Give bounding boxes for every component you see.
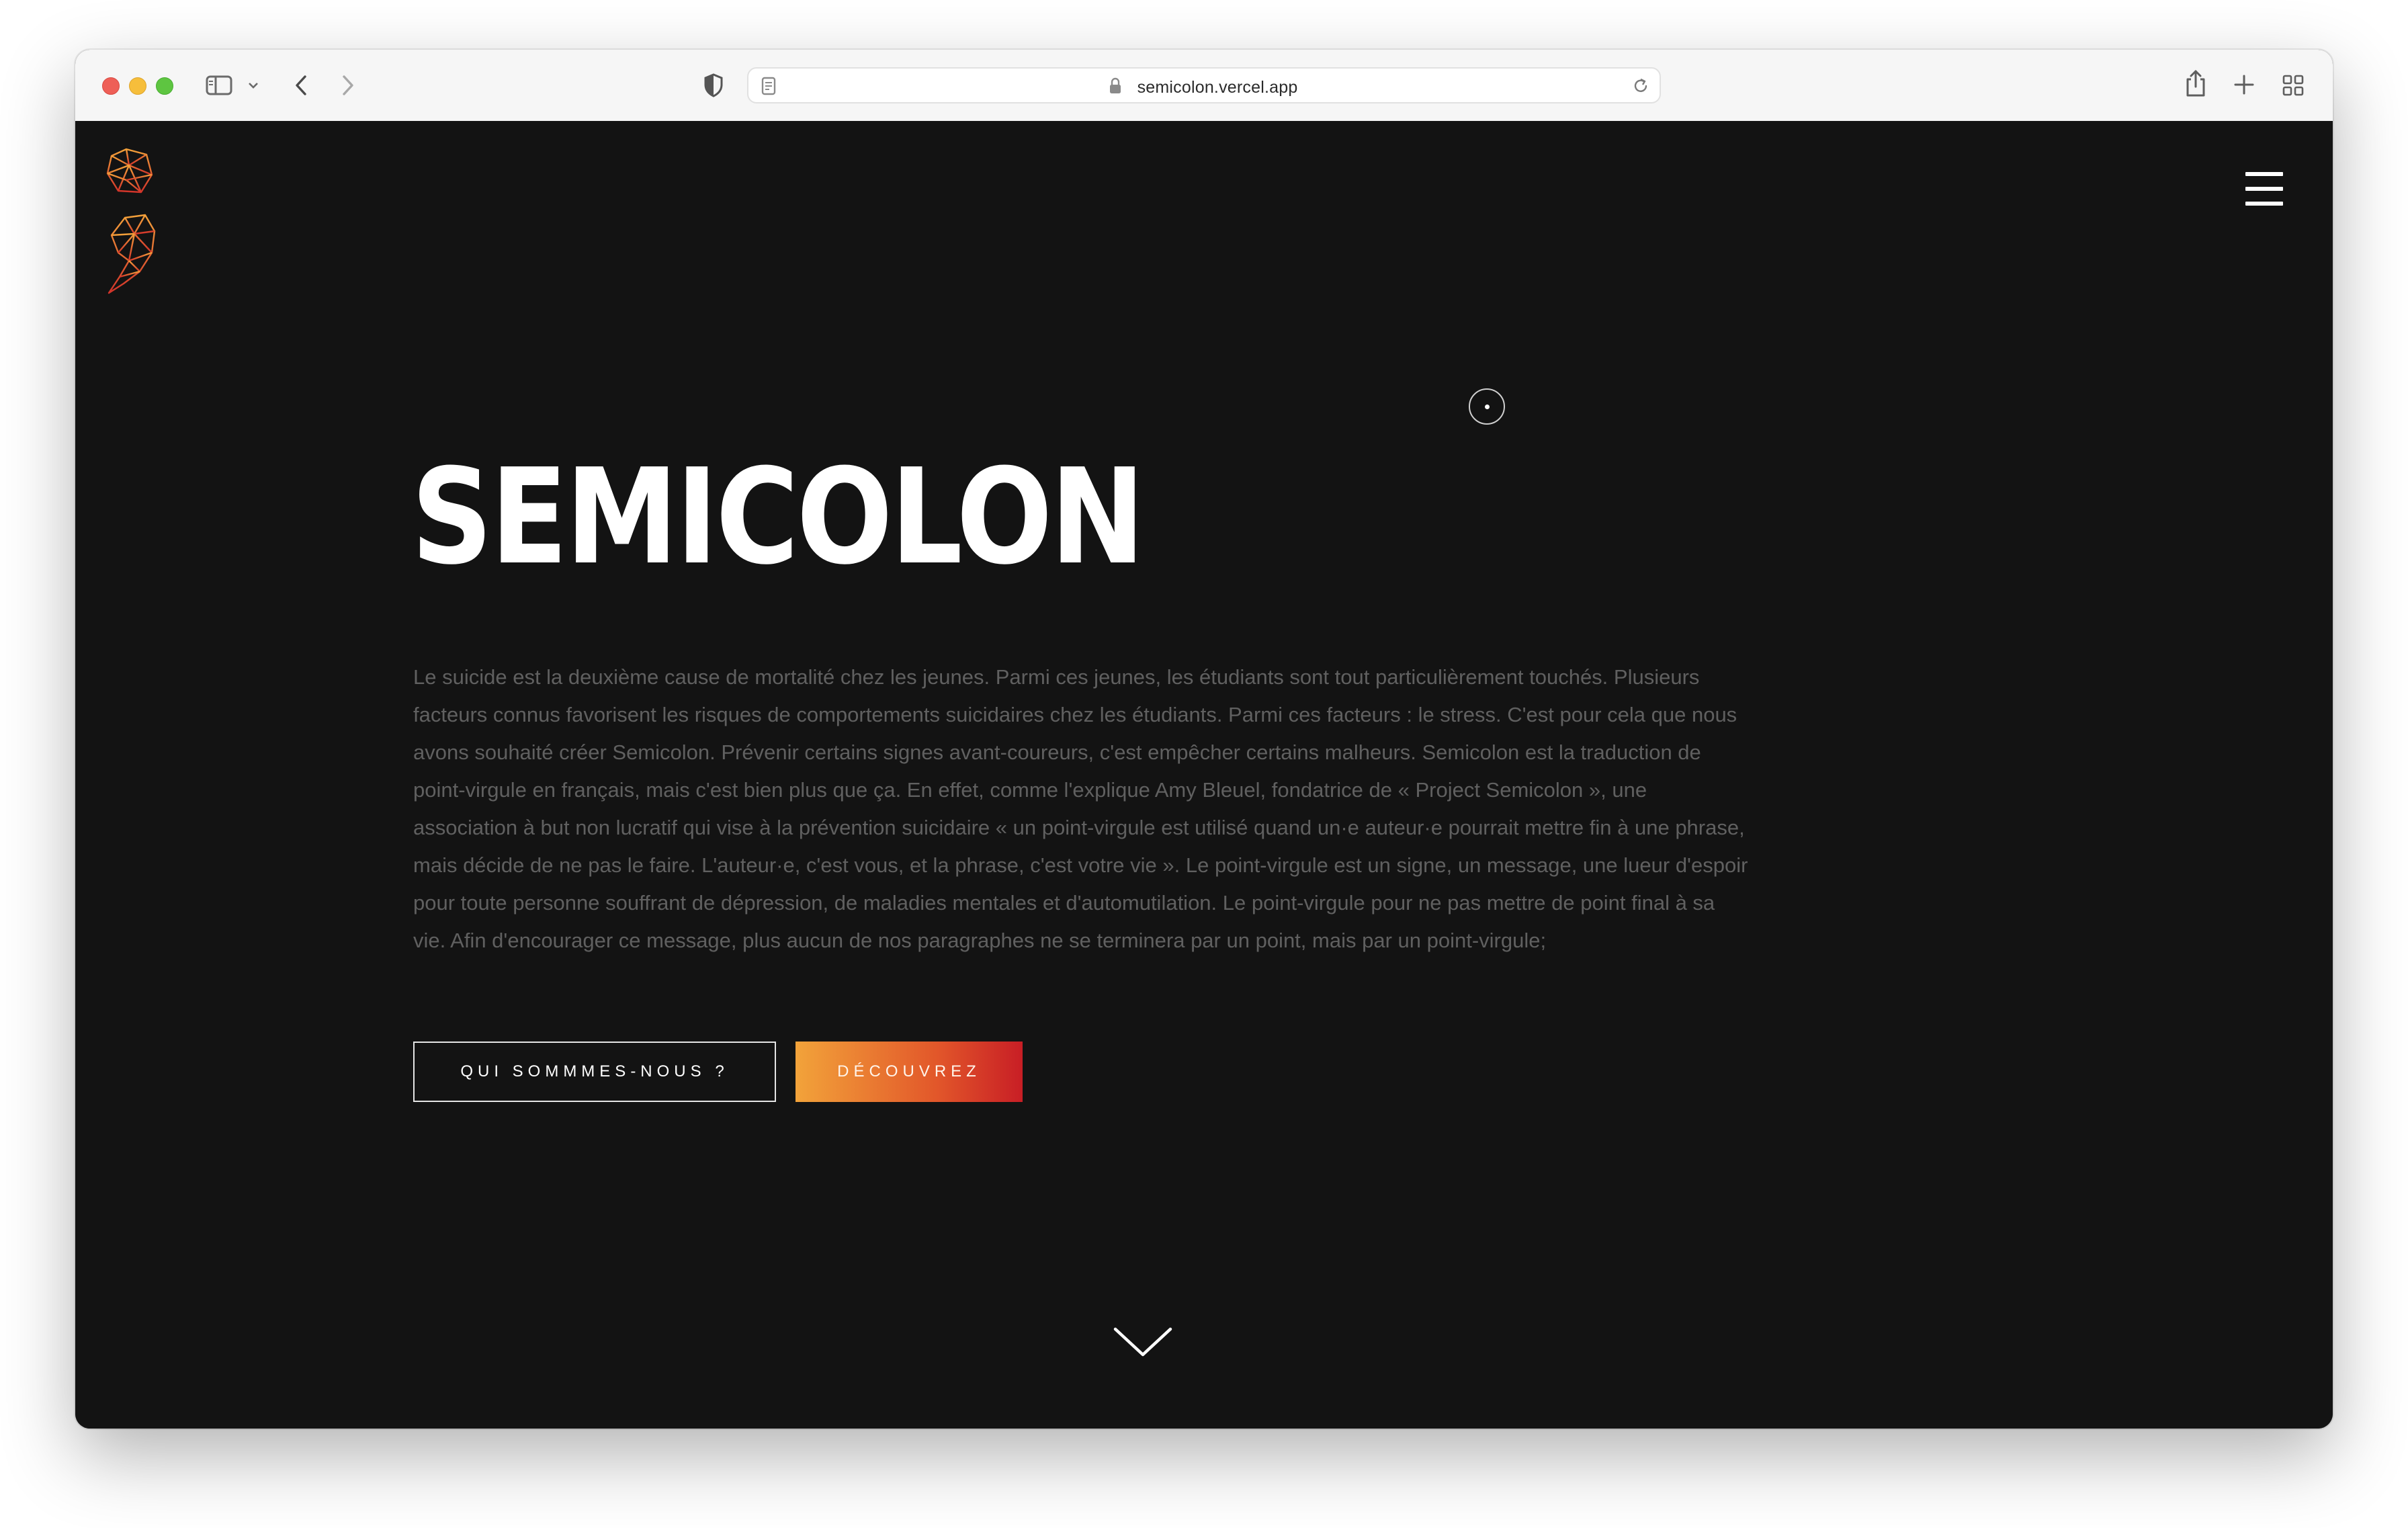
chevron-down-icon[interactable] (1113, 1325, 1173, 1359)
tab-overview-icon[interactable] (2282, 74, 2305, 97)
browser-window: semicolon.vercel.app SEMICOLON Le suicid… (75, 50, 2333, 1429)
zoom-window-button[interactable] (156, 77, 173, 95)
share-icon[interactable] (2184, 69, 2208, 98)
page-title: SEMICOLON (411, 441, 1145, 594)
intro-paragraph: Le suicide est la deuxième cause de mort… (413, 665, 1748, 952)
back-icon[interactable] (292, 73, 312, 98)
custom-cursor (1469, 388, 1505, 425)
hamburger-menu-icon[interactable] (2245, 172, 2283, 206)
browser-toolbar: semicolon.vercel.app (75, 50, 2333, 122)
chevron-down-icon[interactable] (247, 81, 259, 90)
minimize-window-button[interactable] (129, 77, 146, 95)
reload-icon[interactable] (1631, 77, 1650, 95)
close-window-button[interactable] (102, 77, 120, 95)
semicolon-logo[interactable] (99, 145, 167, 296)
sidebar-toggle-icon[interactable] (206, 75, 232, 95)
url-text: semicolon.vercel.app (1137, 78, 1298, 97)
about-button[interactable]: QUI SOMMMES-NOUS ? (413, 1042, 776, 1102)
privacy-shield-icon[interactable] (703, 73, 724, 98)
new-tab-icon[interactable] (2233, 74, 2255, 95)
forward-icon[interactable] (337, 73, 357, 98)
address-bar[interactable]: semicolon.vercel.app (747, 67, 1661, 103)
page-content: SEMICOLON Le suicide est la deuxième cau… (75, 121, 2333, 1429)
cursor-dot (1485, 405, 1490, 409)
discover-button[interactable]: DÉCOUVREZ (796, 1042, 1023, 1102)
